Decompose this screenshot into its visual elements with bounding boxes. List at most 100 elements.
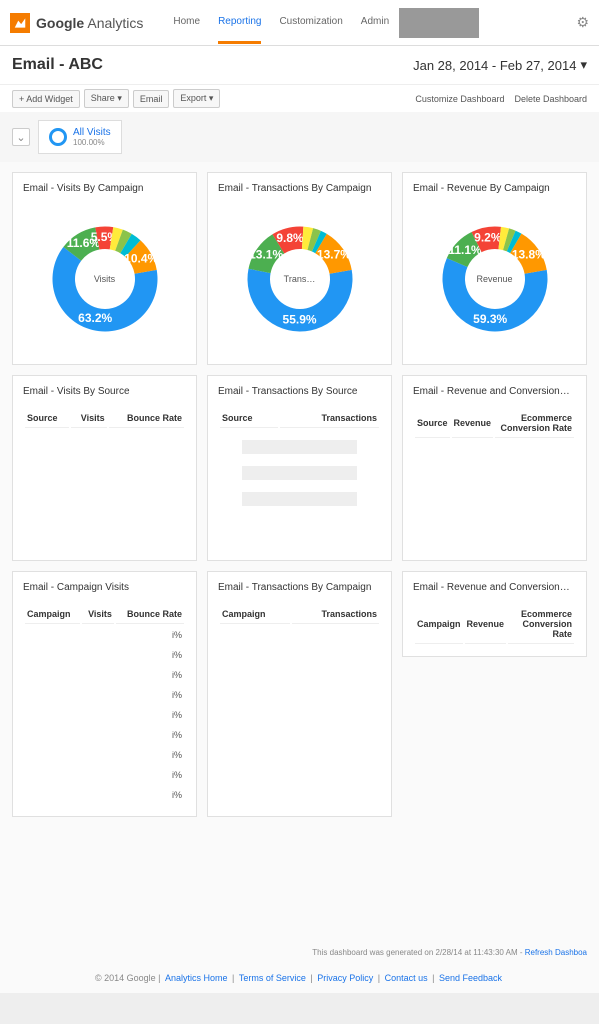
- placeholder-bar: [242, 466, 356, 480]
- date-range-text: Jan 28, 2014 - Feb 27, 2014: [413, 58, 576, 73]
- widget-title: Email - Visits By Source: [23, 386, 186, 397]
- date-range-picker[interactable]: Jan 28, 2014 - Feb 27, 2014 ▾: [413, 57, 587, 73]
- col-campaign: Campaign: [25, 605, 80, 624]
- segment-bar: ⌄ All Visits 100.00%: [0, 112, 599, 162]
- table-row: i%: [25, 706, 184, 724]
- nav-reporting[interactable]: Reporting: [218, 2, 261, 44]
- widget-title: Email - Transactions By Source: [218, 386, 381, 397]
- page-footer: © 2014 Google | Analytics Home | Terms o…: [0, 963, 599, 993]
- widget-revenue-conversion-by-source: Email - Revenue and Conversion… Source R…: [402, 375, 587, 561]
- svg-text:10.4%: 10.4%: [124, 251, 158, 265]
- nav-home[interactable]: Home: [173, 2, 200, 44]
- segment-name: All Visits: [73, 127, 111, 138]
- add-widget-button[interactable]: + Add Widget: [12, 90, 80, 108]
- widget-campaign-visits: Email - Campaign Visits Campaign Visits …: [12, 571, 197, 817]
- col-source: Source: [25, 409, 69, 428]
- footer-copyright: © 2014 Google: [95, 973, 156, 983]
- table-row: i%: [25, 646, 184, 664]
- donut-center-label: Revenue: [476, 274, 512, 284]
- svg-text:13.1%: 13.1%: [249, 248, 283, 262]
- widget-revenue-conversion-by-campaign: Email - Revenue and Conversion… Campaign…: [402, 571, 587, 657]
- widget-title: Email - Transactions By Campaign: [218, 582, 381, 593]
- widget-transactions-by-source: Email - Transactions By Source Source Tr…: [207, 375, 392, 561]
- brand-text: Google Analytics: [36, 15, 143, 31]
- footer-link-privacy[interactable]: Privacy Policy: [317, 973, 373, 983]
- placeholder-bar: [242, 440, 356, 454]
- col-bounce-rate: Bounce Rate: [116, 605, 184, 624]
- svg-text:59.3%: 59.3%: [473, 312, 507, 326]
- widget-title: Email - Visits By Campaign: [23, 183, 186, 194]
- col-campaign: Campaign: [220, 605, 290, 624]
- sub-header: Email - ABC Jan 28, 2014 - Feb 27, 2014 …: [0, 46, 599, 84]
- widget-visits-by-campaign: Email - Visits By Campaign 63.2%11.6%5.5…: [12, 172, 197, 365]
- table-row: i%: [25, 666, 184, 684]
- widget-title: Email - Revenue and Conversion…: [413, 386, 576, 397]
- widget-visits-by-source: Email - Visits By Source Source Visits B…: [12, 375, 197, 561]
- main-nav: Home Reporting Customization Admin: [173, 2, 389, 44]
- col-revenue: Revenue: [452, 409, 494, 438]
- data-table: Campaign Visits Bounce Rate i% i% i% i% i% i%…: [23, 603, 186, 806]
- refresh-dashboard-link[interactable]: Refresh Dashboa: [525, 948, 587, 957]
- data-table: Source Transactions: [218, 407, 381, 430]
- brand-google: Google: [36, 15, 84, 31]
- donut-chart: 63.2%11.6%5.5%10.4% Visits: [23, 204, 186, 354]
- dashboard-toolbar: + Add Widget Share ▾ Email Export ▾ Cust…: [0, 84, 599, 112]
- col-revenue: Revenue: [465, 605, 507, 644]
- widget-title: Email - Transactions By Campaign: [218, 183, 381, 194]
- table-row: i%: [25, 726, 184, 744]
- placeholder-rows: [218, 440, 381, 506]
- col-conversion-rate: Ecommerce Conversion Rate: [495, 409, 574, 438]
- svg-text:63.2%: 63.2%: [78, 311, 112, 325]
- data-table: Source Revenue Ecommerce Conversion Rate: [413, 407, 576, 440]
- segment-expand-button[interactable]: ⌄: [12, 128, 30, 146]
- table-row: i%: [25, 686, 184, 704]
- widget-title: Email - Campaign Visits: [23, 582, 186, 593]
- col-source: Source: [415, 409, 450, 438]
- data-table: Source Visits Bounce Rate: [23, 407, 186, 430]
- table-row: i%: [25, 626, 184, 644]
- footer-link-tos[interactable]: Terms of Service: [239, 973, 306, 983]
- gear-icon[interactable]: ⚙: [576, 14, 589, 31]
- col-visits: Visits: [82, 605, 114, 624]
- svg-text:9.2%: 9.2%: [474, 231, 502, 245]
- customize-dashboard-link[interactable]: Customize Dashboard: [415, 94, 504, 104]
- dashboard-body: Email - Visits By Campaign 63.2%11.6%5.5…: [0, 162, 599, 942]
- ga-logo: [10, 13, 30, 33]
- email-button[interactable]: Email: [133, 90, 170, 108]
- col-visits: Visits: [71, 409, 107, 428]
- footer-link-contact[interactable]: Contact us: [385, 973, 428, 983]
- svg-text:55.9%: 55.9%: [282, 312, 316, 326]
- footer-note: This dashboard was generated on 2/28/14 …: [0, 942, 599, 963]
- delete-dashboard-link[interactable]: Delete Dashboard: [514, 94, 587, 104]
- table-row: i%: [25, 766, 184, 784]
- segment-circle-icon: [49, 128, 67, 146]
- data-table: Campaign Transactions: [218, 603, 381, 626]
- widget-title: Email - Revenue By Campaign: [413, 183, 576, 194]
- dashboard-title: Email - ABC: [12, 56, 103, 74]
- widget-transactions-by-campaign-table: Email - Transactions By Campaign Campaig…: [207, 571, 392, 817]
- col-bounce-rate: Bounce Rate: [109, 409, 184, 428]
- widget-transactions-by-campaign: Email - Transactions By Campaign 55.9% 13…: [207, 172, 392, 365]
- svg-text:11.1%: 11.1%: [448, 243, 482, 257]
- export-button[interactable]: Export ▾: [173, 89, 220, 108]
- segment-pct: 100.00%: [73, 138, 111, 147]
- footer-link-feedback[interactable]: Send Feedback: [439, 973, 502, 983]
- nav-admin[interactable]: Admin: [361, 2, 389, 44]
- col-conversion-rate: Ecommerce Conversion Rate: [508, 605, 574, 644]
- table-row: i%: [25, 746, 184, 764]
- nav-customization[interactable]: Customization: [279, 2, 342, 44]
- table-row: i%: [25, 786, 184, 804]
- footer-link-home[interactable]: Analytics Home: [165, 973, 228, 983]
- data-table: Campaign Revenue Ecommerce Conversion Ra…: [413, 603, 576, 646]
- placeholder-bar: [242, 492, 356, 506]
- donut-chart: 55.9%13.1%9.8%13.7% Trans…: [218, 204, 381, 354]
- widget-grid: Email - Visits By Campaign 63.2%11.6%5.5…: [12, 172, 587, 817]
- footer-note-text: This dashboard was generated on 2/28/14 …: [312, 948, 524, 957]
- segment-chip-all-visits[interactable]: All Visits 100.00%: [38, 120, 122, 154]
- share-button[interactable]: Share ▾: [84, 89, 129, 108]
- svg-text:13.7%: 13.7%: [316, 248, 350, 262]
- donut-center-label: Visits: [94, 274, 115, 284]
- col-source: Source: [220, 409, 278, 428]
- account-placeholder: [399, 8, 479, 38]
- svg-text:9.8%: 9.8%: [276, 231, 304, 245]
